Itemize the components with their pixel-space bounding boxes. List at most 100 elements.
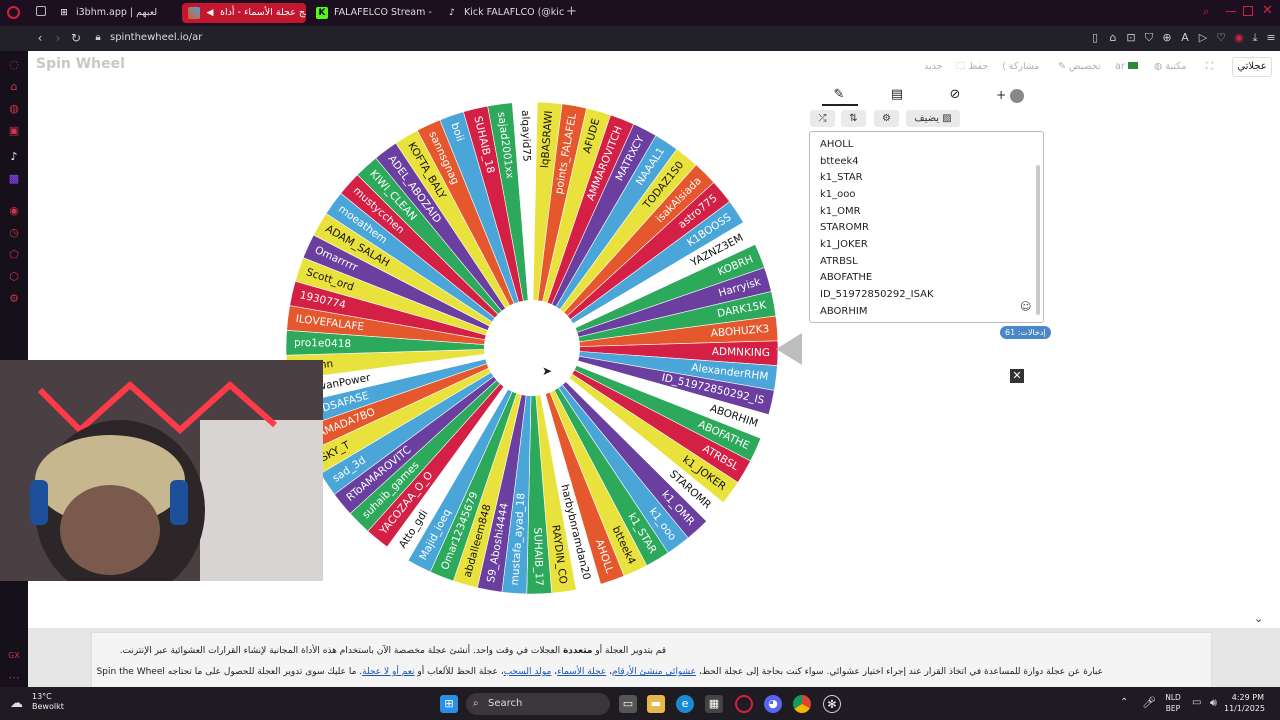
profile-icon[interactable]: ◉ <box>1232 30 1246 46</box>
windows-start-icon[interactable]: ⊞ <box>440 695 458 713</box>
reload-button[interactable]: ↻ <box>68 30 84 46</box>
lang-line-1: NLD <box>1165 693 1181 702</box>
search-tabs-icon[interactable]: ⌕ <box>1203 5 1209 19</box>
minimize-button[interactable]: — <box>1225 4 1237 18</box>
crypto-wallet-icon[interactable]: ⌂ <box>7 80 21 94</box>
site-logo[interactable]: Spin Wheel <box>36 56 125 72</box>
fullscreen-icon[interactable]: ⛶ <box>1206 58 1213 76</box>
shuffle-button[interactable]: ⤮ <box>810 110 835 127</box>
tab-kick-falafelco[interactable]: ♪ Kick FALAFLCO (@kick_fa <box>440 3 564 23</box>
pinboard-icon[interactable]: ⬠ <box>7 248 21 262</box>
system-clock[interactable]: 4:29 PM 11/1/2025 <box>1224 692 1266 714</box>
gear-icon: ⚙ <box>882 113 891 124</box>
wheel-segment-label: SUHAIB_17 <box>531 527 545 586</box>
discord-icon[interactable]: ◕ <box>764 695 782 713</box>
heart-icon[interactable]: ♡ <box>1214 30 1228 46</box>
language-button[interactable]: ar <box>1115 58 1138 76</box>
more-sidebar-icon[interactable]: ⋯ <box>7 671 21 685</box>
settings-button[interactable]: ⚙ <box>874 110 899 127</box>
customize-button[interactable]: ✎ تخصيص <box>1058 58 1101 76</box>
file-explorer-icon[interactable]: ▬ <box>647 695 665 713</box>
weather-widget[interactable]: 13°C Bewolkt <box>32 692 64 712</box>
random-number-link[interactable]: عشوائي منشئ الأرقام <box>612 667 696 677</box>
twitch-icon[interactable]: ▩ <box>7 172 21 186</box>
hide-icon[interactable]: ⊘ <box>938 86 972 104</box>
edit-icon[interactable]: ✎ <box>822 86 856 104</box>
app-icon[interactable]: ✻ <box>823 695 841 713</box>
yes-no-wheel-link[interactable]: نعم أو لا عجلة <box>362 667 414 677</box>
instagram-icon[interactable]: ▣ <box>7 124 21 138</box>
vpn-icon[interactable]: ⊕ <box>1160 30 1174 46</box>
wheel-segment-label: pro1e0418 <box>294 337 351 350</box>
gx-icon[interactable]: GX <box>7 649 21 663</box>
forward-button[interactable]: › <box>50 30 66 46</box>
download-icon[interactable]: ⤓ <box>1248 30 1262 46</box>
chevron-down-icon[interactable]: ⌄ <box>1254 612 1263 625</box>
flag-icon <box>1127 62 1138 69</box>
send-icon[interactable]: ▷ <box>1196 30 1210 46</box>
draw-generator-link[interactable]: مولد السحب <box>504 667 552 677</box>
pin-icon[interactable]: ⌂ <box>1106 30 1120 46</box>
gallery-button[interactable]: ◍ مكتبة <box>1154 58 1187 76</box>
edge-icon[interactable]: e <box>676 695 694 713</box>
opera-logo-icon[interactable] <box>7 6 20 19</box>
description-line-1: قم بتدوير العجلة أو متعددة العجلات في وق… <box>120 646 666 656</box>
share-button[interactable]: ⟨ مشاركة <box>1002 58 1039 76</box>
results-icon[interactable]: ▤ <box>880 86 914 104</box>
weather-desc: Bewolkt <box>32 702 64 711</box>
settings-sidebar-icon[interactable]: ⚙ <box>7 292 21 306</box>
language-label: ar <box>1115 61 1125 72</box>
snapshot-icon[interactable]: ⊡ <box>1124 30 1138 46</box>
volume-icon[interactable]: 🔊︎ <box>1210 696 1217 710</box>
back-button[interactable]: ‹ <box>32 30 48 46</box>
extensions-icon[interactable]: ⬡ <box>7 270 21 284</box>
reader-icon[interactable]: ▯ <box>1088 30 1102 46</box>
store-icon[interactable]: ▦ <box>705 695 723 713</box>
sort-button[interactable]: ⇅ <box>841 110 866 127</box>
my-wheels-button[interactable]: عجلاتي <box>1232 57 1272 77</box>
player-icon[interactable]: ◉ <box>7 204 21 218</box>
translate-icon[interactable]: A <box>1178 30 1192 46</box>
taskbar-search[interactable]: ⌕ Search <box>466 693 610 715</box>
wheel-center[interactable] <box>484 300 580 396</box>
language-indicator[interactable]: NLD BEP <box>1160 692 1186 714</box>
history-icon[interactable]: ◷ <box>7 226 21 240</box>
shuffle-icon: ⤮ <box>818 113 827 124</box>
sidebar-toggle-icon[interactable] <box>36 6 46 16</box>
network-icon[interactable]: ▭ <box>1192 697 1201 708</box>
opera-gx-icon[interactable] <box>735 695 753 713</box>
new-tab-button[interactable]: + <box>566 4 577 19</box>
shield-icon[interactable]: ⛉ <box>1142 30 1156 46</box>
menu-icon[interactable]: ≡ <box>1264 30 1278 46</box>
maximize-button[interactable] <box>1243 6 1253 16</box>
tab-spinthewheel[interactable]: ◀ برنامج عجلة الأسماء - أداة <box>182 3 306 23</box>
aria-icon[interactable]: ◌ <box>7 58 21 72</box>
speaker-icon[interactable]: ◀ <box>204 7 216 19</box>
weather-temp: 13°C <box>32 692 52 701</box>
messenger-icon[interactable]: ◍ <box>7 102 21 116</box>
tray-chevron-icon[interactable]: ⌃ <box>1120 697 1128 708</box>
clock-date: 11/1/2025 <box>1224 704 1266 713</box>
chrome-icon[interactable] <box>793 695 811 713</box>
close-window-button[interactable]: ✕ <box>1262 3 1273 18</box>
tiktok-sidebar-icon[interactable]: ♪ <box>7 150 21 164</box>
task-view-icon[interactable]: ▭ <box>619 695 637 713</box>
entries-scrollbar[interactable] <box>1036 165 1040 315</box>
emoji-icon[interactable]: ☺ <box>1020 300 1031 313</box>
clock-time: 4:29 PM <box>1231 693 1264 702</box>
save-button[interactable]: 🗀︎ حفظ <box>956 58 988 76</box>
browser-tab-bar: ⊞ i3bhm.app | لعبهم ◀ برنامج عجلة الأسما… <box>0 0 1280 26</box>
new-button[interactable]: جديد <box>924 58 943 76</box>
tab-i3bhm[interactable]: ⊞ i3bhm.app | لعبهم <box>52 3 180 23</box>
microphone-icon[interactable]: 🎤︎ <box>1142 696 1156 709</box>
add-icon[interactable]: + <box>990 86 1030 104</box>
add-image-button[interactable]: يضيف ▨ <box>906 110 960 127</box>
names-wheel-link[interactable]: عجلة الأسماء <box>557 667 606 677</box>
tab-falafelco-stream[interactable]: K FALAFELCO Stream - Wa <box>310 3 434 23</box>
entries-textarea[interactable]: AHOLL btteek4 k1_STAR k1_ooo k1_OMR STAR… <box>809 131 1044 323</box>
url-field[interactable]: spinthewheel.io/ar <box>110 30 202 46</box>
close-icon[interactable]: ✕ <box>1010 369 1024 383</box>
wheel-segment-label: ADMNKING <box>712 346 770 359</box>
spin-wheel[interactable]: KOBRHHarryiskDARK15KABOHUZK3ADMNKINGAlex… <box>284 100 784 600</box>
text: عبارة عن عجلة دوارة للمساعدة في اتخاذ ال… <box>696 667 1103 677</box>
